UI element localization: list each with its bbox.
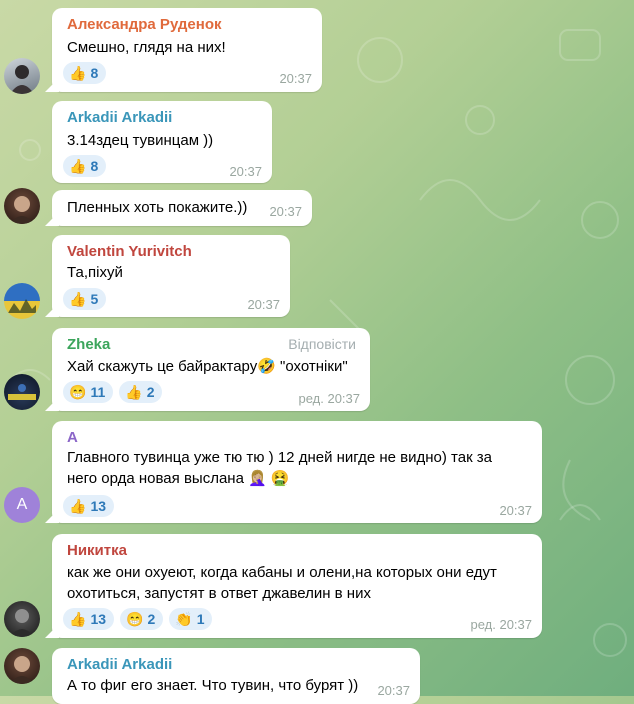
- reaction-count: 8: [90, 158, 99, 174]
- sender-name[interactable]: Zheka: [67, 336, 110, 353]
- reactions: 👍 8: [63, 62, 107, 84]
- thumbs-up-icon: 👍: [69, 291, 87, 307]
- reactions: 👍 5: [63, 288, 107, 310]
- sender-name[interactable]: A: [67, 429, 78, 446]
- reaction-count: 13: [90, 611, 107, 627]
- sender-name[interactable]: Valentin Yurivitch: [67, 243, 192, 260]
- message-time: 20:37: [279, 71, 312, 86]
- message-time: 20:37: [247, 297, 280, 312]
- message-time: ред. 20:37: [298, 391, 360, 406]
- message-bubble[interactable]: A Главного тувинца уже тю тю ) 12 дней н…: [52, 421, 542, 523]
- reaction-grin[interactable]: 😁 11: [63, 381, 114, 403]
- reaction-thumbs-up[interactable]: 👍 8: [63, 155, 107, 177]
- thumbs-up-icon: 👍: [69, 158, 87, 174]
- reaction-thumbs-up[interactable]: 👍 13: [63, 495, 115, 517]
- reaction-thumbs-up[interactable]: 👍 13: [63, 608, 115, 630]
- message-text-line: как же они охуеют, когда кабаны и олени,…: [67, 564, 497, 581]
- avatar-photo-icon: [10, 656, 34, 684]
- message-text-line: Главного тувинца уже тю тю ) 12 дней ниг…: [67, 449, 493, 466]
- reaction-count: 8: [90, 65, 99, 81]
- reaction-count: 11: [90, 384, 106, 400]
- reactions: 👍 13 😁 2 👏 1: [63, 608, 213, 630]
- message-text: 3.14здец тувинцам )): [67, 132, 214, 149]
- reaction-thumbs-up[interactable]: 👍 8: [63, 62, 107, 84]
- avatar-photo-icon: [10, 196, 34, 224]
- thumbs-up-icon: 👍: [69, 65, 87, 81]
- sender-name[interactable]: Arkadii Arkadii: [67, 656, 172, 673]
- message-time: 20:37: [499, 503, 532, 518]
- clap-icon: 👏: [175, 611, 193, 627]
- avatar[interactable]: [4, 374, 40, 410]
- message-bubble[interactable]: Valentin Yurivitch Та,піхуй 👍 5 20:37: [52, 235, 290, 317]
- message-text: Пленных хоть покажите.)): [67, 199, 248, 216]
- reactions: 😁 11 👍 2: [63, 381, 163, 403]
- thumbs-up-icon: 👍: [69, 498, 87, 514]
- message-text: Хай скажуть це байрактару🤣 "охотніки": [67, 358, 348, 375]
- sender-name[interactable]: Никитка: [67, 542, 127, 559]
- avatar[interactable]: [4, 648, 40, 684]
- reactions: 👍 8: [63, 155, 107, 177]
- message-text-line: него орда новая выслана 🤦🏼‍♀️ 🤮: [67, 470, 290, 487]
- sender-name[interactable]: Александра Руденок: [67, 16, 222, 33]
- grin-icon: 😁: [69, 384, 87, 400]
- sender-name[interactable]: Arkadii Arkadii: [67, 109, 172, 126]
- message-text-line: охотиться, запустят в ответ джавелин в н…: [67, 585, 371, 602]
- avatar[interactable]: [4, 283, 40, 319]
- message-text: Смешно, глядя на них!: [67, 39, 226, 56]
- reaction-thumbs-up[interactable]: 👍 5: [63, 288, 107, 310]
- thumbs-up-icon: 👍: [125, 384, 143, 400]
- thumbs-up-icon: 👍: [69, 611, 87, 627]
- reactions: 👍 13: [63, 495, 115, 517]
- message-bubble[interactable]: Arkadii Arkadii 3.14здец тувинцам )) 👍 8 …: [52, 101, 272, 183]
- reaction-thumbs-up[interactable]: 👍 2: [119, 381, 163, 403]
- reaction-count: 5: [90, 291, 99, 307]
- reaction-grin[interactable]: 😁 2: [120, 608, 164, 630]
- reaction-count: 2: [147, 611, 156, 627]
- reaction-count: 13: [90, 498, 107, 514]
- avatar-photo-icon: [10, 609, 34, 637]
- message-text: Та,піхуй: [67, 264, 123, 281]
- message-bubble[interactable]: Никитка как же они охуеют, когда кабаны …: [52, 534, 542, 638]
- reply-button[interactable]: Відповісти: [288, 336, 356, 352]
- avatar[interactable]: [4, 58, 40, 94]
- message-time: 20:37: [269, 204, 302, 219]
- grin-icon: 😁: [126, 611, 144, 627]
- message-bubble[interactable]: Александра Руденок Смешно, глядя на них!…: [52, 8, 322, 92]
- reaction-count: 1: [196, 611, 205, 627]
- message-time: ред. 20:37: [470, 617, 532, 632]
- avatar-photo-icon: [10, 65, 34, 94]
- message-bubble[interactable]: Пленных хоть покажите.)) 20:37: [52, 190, 312, 226]
- avatar[interactable]: A: [4, 487, 40, 523]
- message-time: 20:37: [229, 164, 262, 179]
- reaction-clap[interactable]: 👏 1: [169, 608, 213, 630]
- avatar-photo-icon: [8, 299, 36, 313]
- avatar-photo-icon: [8, 384, 36, 400]
- message-text: А то фиг его знает. Что тувин, что бурят…: [67, 677, 359, 694]
- avatar[interactable]: [4, 601, 40, 637]
- reaction-count: 2: [146, 384, 155, 400]
- avatar[interactable]: [4, 188, 40, 224]
- message-bubble[interactable]: Zheka Відповісти Хай скажуть це байракта…: [52, 328, 370, 411]
- avatar-letter: A: [16, 496, 28, 513]
